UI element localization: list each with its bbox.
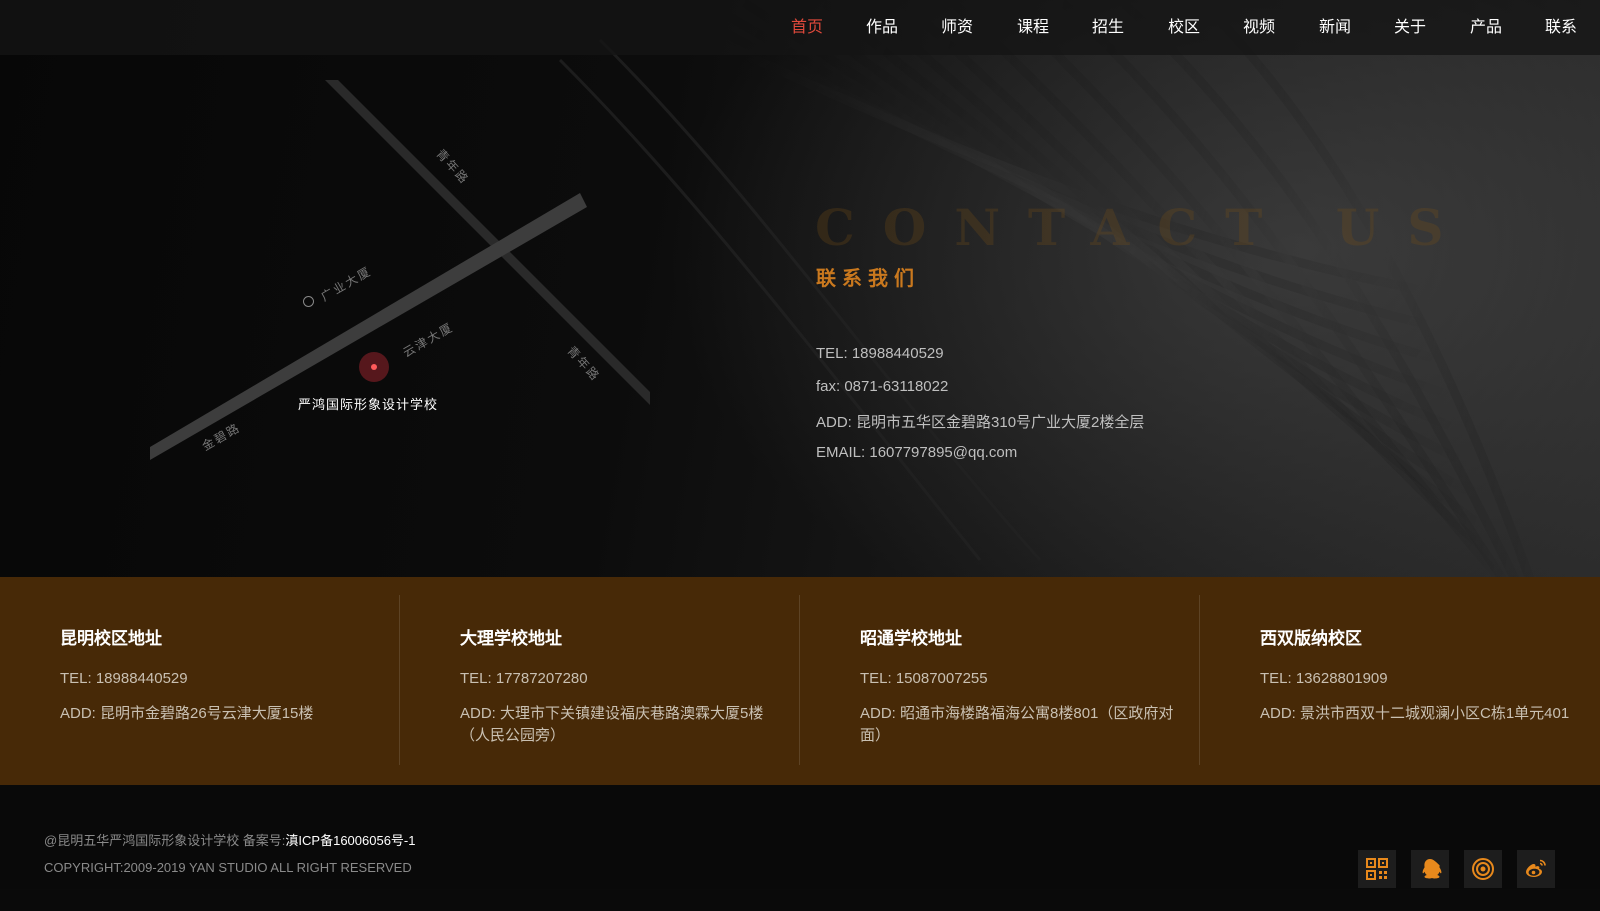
campus-dali: 大理学校地址 TEL: 17787207280 ADD: 大理市下关镇建设福庆巷… [400, 577, 800, 785]
campus-title: 昭通学校地址 [860, 629, 962, 648]
campus-tel: TEL: 13628801909 [1260, 670, 1388, 687]
nav-item-news[interactable]: 新闻 [1319, 0, 1351, 55]
campus-title: 昆明校区地址 [60, 629, 162, 648]
qq-icon [1422, 859, 1442, 879]
weibo-button[interactable] [1517, 850, 1555, 888]
target-icon [1472, 858, 1494, 880]
nav-item-home[interactable]: 首页 [791, 0, 823, 55]
nav-item-teachers[interactable]: 师资 [941, 0, 973, 55]
campus-title: 大理学校地址 [460, 629, 562, 648]
nav-item-courses[interactable]: 课程 [1017, 0, 1049, 55]
target-button[interactable] [1464, 850, 1502, 888]
icp-link[interactable]: 滇ICP备16006056号-1 [285, 833, 415, 848]
footer-school-record: @昆明五华严鸿国际形象设计学校 备案号: [44, 833, 286, 848]
qrcode-icon [1366, 858, 1388, 880]
contact-title-cn: 联系我们 [816, 266, 920, 290]
map-pin-icon [359, 352, 389, 382]
nav-item-campus[interactable]: 校区 [1168, 0, 1200, 55]
nav-item-about[interactable]: 关于 [1394, 0, 1426, 55]
map-marker-guangye [303, 296, 314, 307]
campus-address: ADD: 景洪市西双十二城观澜小区C栋1单元401 [1260, 705, 1570, 722]
campus-title: 西双版纳校区 [1260, 629, 1362, 648]
campus-xishuangbanna: 西双版纳校区 TEL: 13628801909 ADD: 景洪市西双十二城观澜小… [1200, 577, 1600, 785]
contact-email: EMAIL: 1607797895@qq.com [816, 444, 1018, 461]
campus-address: ADD: 昭通市海楼路福海公寓8楼801（区政府对面） [860, 705, 1174, 744]
footer-copyright: COPYRIGHT:2009-2019 YAN STUDIO ALL RIGHT… [44, 860, 412, 875]
qrcode-button[interactable] [1358, 850, 1396, 888]
qq-button[interactable] [1411, 850, 1449, 888]
campus-kunming: 昆明校区地址 TEL: 18988440529 ADD: 昆明市金碧路26号云津… [0, 577, 400, 785]
nav-item-video[interactable]: 视频 [1243, 0, 1275, 55]
weibo-icon [1526, 859, 1546, 877]
campus-tel: TEL: 18988440529 [60, 670, 188, 687]
contact-fax: fax: 0871-63118022 [816, 378, 949, 395]
map-school-name: 严鸿国际形象设计学校 [298, 398, 439, 413]
campus-addresses-band: 昆明校区地址 TEL: 18988440529 ADD: 昆明市金碧路26号云津… [0, 577, 1600, 785]
nav-item-works[interactable]: 作品 [866, 0, 898, 55]
footer-record: @昆明五华严鸿国际形象设计学校 备案号:滇ICP备16006056号-1 [44, 830, 416, 849]
contact-title-en: CONTACT US [815, 198, 1472, 257]
contact-address: ADD: 昆明市五华区金碧路310号广业大厦2楼全层 [816, 414, 1145, 431]
nav-item-contact[interactable]: 联系 [1545, 0, 1577, 55]
campus-address: ADD: 昆明市金碧路26号云津大厦15楼 [60, 705, 314, 722]
campus-tel: TEL: 17787207280 [460, 670, 588, 687]
contact-tel: TEL: 18988440529 [816, 345, 944, 362]
footer: @昆明五华严鸿国际形象设计学校 备案号:滇ICP备16006056号-1 COP… [0, 785, 1600, 911]
campus-address: ADD: 大理市下关镇建设福庆巷路澳霖大厦5楼（人民公园旁） [460, 705, 764, 744]
nav-item-products[interactable]: 产品 [1470, 0, 1502, 55]
campus-zhaotong: 昭通学校地址 TEL: 15087007255 ADD: 昭通市海楼路福海公寓8… [800, 577, 1200, 785]
map-road-main [150, 193, 587, 460]
campus-tel: TEL: 15087007255 [860, 670, 988, 687]
nav-item-admissions[interactable]: 招生 [1092, 0, 1124, 55]
